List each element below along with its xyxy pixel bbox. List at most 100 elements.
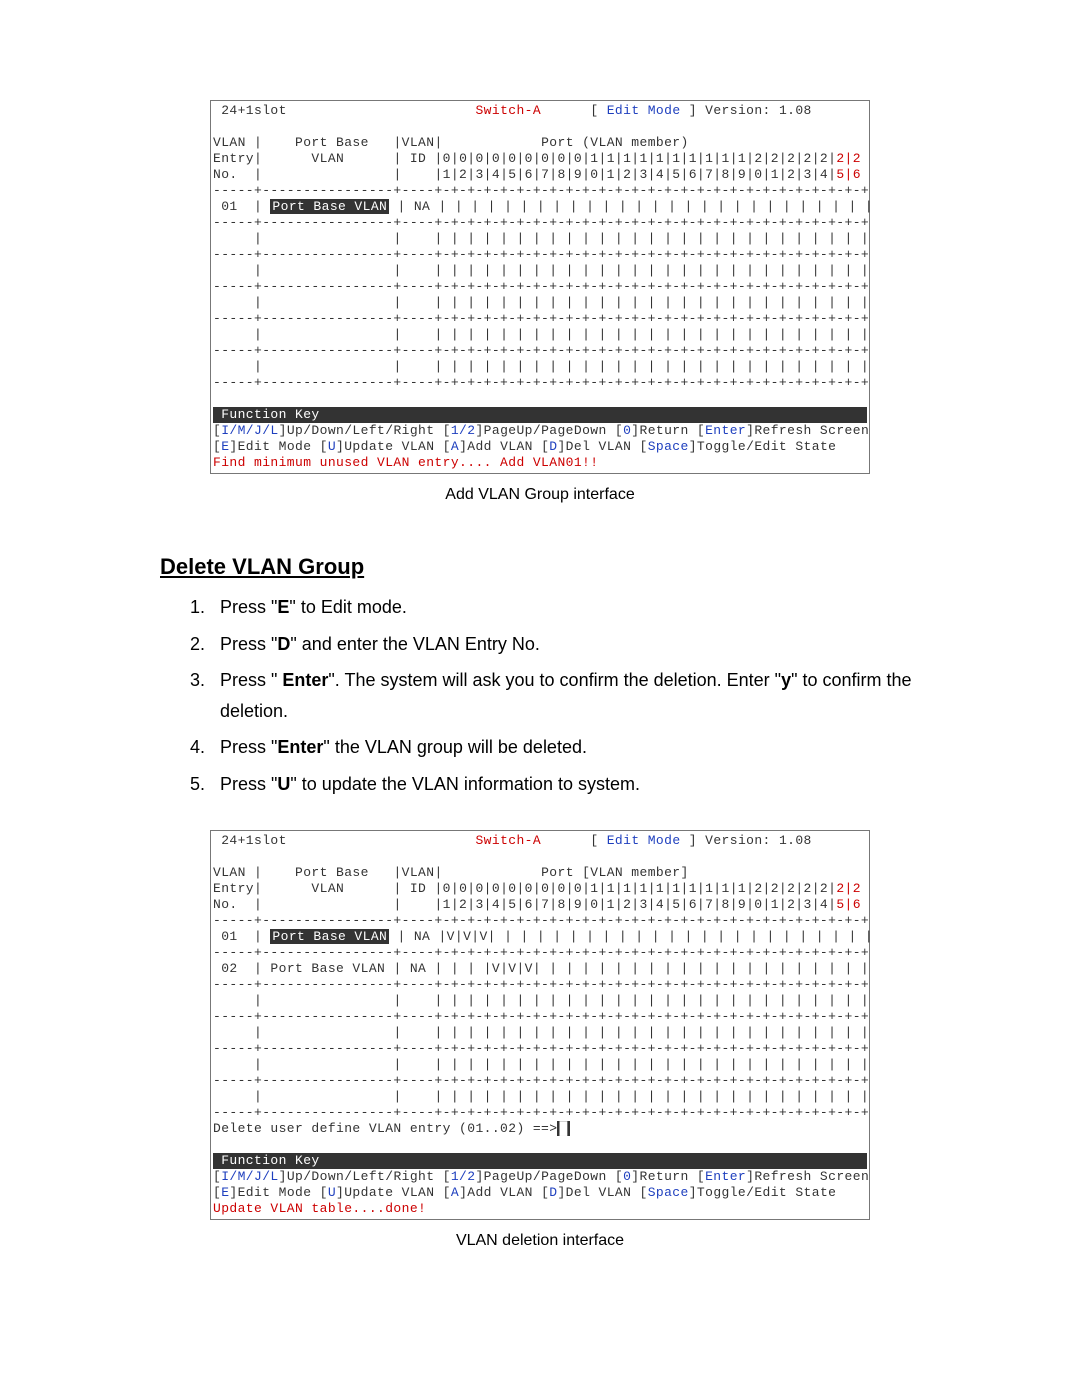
delete-prompt: Delete user define VLAN entry (01..02) =… — [213, 1121, 557, 1136]
blank-ports: | | | | | | | | | | | | | | | | | | | | … — [434, 263, 869, 278]
function-key-label: Function Key — [213, 407, 328, 422]
key-nav: I/M/J/L — [221, 423, 278, 438]
help-text: ]Refresh Screen — [746, 1169, 869, 1184]
bracket-l: [ — [590, 833, 606, 848]
step-text: Press " — [220, 774, 277, 794]
step-text: Press " — [220, 670, 282, 690]
key-page: 1/2 — [451, 423, 476, 438]
section-heading: Delete VLAN Group — [160, 554, 920, 580]
col-entry-3: No. | — [213, 167, 262, 182]
col-entry-3: No. | — [213, 897, 262, 912]
mode-label: Edit Mode — [607, 103, 681, 118]
col-entry-1: VLAN | — [213, 135, 262, 150]
blank-row: | — [213, 1057, 393, 1072]
step-2: Press "D" and enter the VLAN Entry No. — [210, 629, 920, 660]
help-text: ]Up/Down/Left/Right [ — [279, 423, 451, 438]
bracket: [ — [213, 1169, 221, 1184]
figure2-caption: VLAN deletion interface — [160, 1232, 920, 1250]
terminal-content: 24+1slot Switch-A [ Edit Mode ] Version:… — [213, 103, 867, 471]
help-text: ]Add VLAN [ — [459, 1185, 549, 1200]
bracket-r: ] — [681, 103, 697, 118]
port-nums-1b: 2|2 — [836, 881, 861, 896]
blank-vlanid: | — [393, 263, 434, 278]
blank-row: | — [213, 295, 393, 310]
port-header: Port (VLAN member) — [443, 135, 689, 150]
blank-row: | — [213, 231, 393, 246]
version-label: Version: 1.08 — [705, 833, 812, 848]
port-header: Port [VLAN member] — [443, 865, 689, 880]
row-01-no: 01 | — [213, 929, 270, 944]
row-01-ports: |V|V|V| | | | | | | | | | | | | | | | | … — [438, 929, 873, 944]
help-text: ]PageUp/PageDown [ — [475, 423, 623, 438]
blank-vlanid: | — [393, 1089, 434, 1104]
step-5: Press "U" to update the VLAN information… — [210, 769, 920, 800]
bracket: [ — [213, 439, 221, 454]
port-nums-1: |0|0|0|0|0|0|0|0|0|1|1|1|1|1|1|1|1|1|1|2… — [434, 881, 836, 896]
step-1: Press "E" to Edit mode. — [210, 592, 920, 623]
key-space: Space — [648, 439, 689, 454]
divider: -----+----------------+----+-+-+-+-+-+-+… — [213, 311, 869, 326]
blank-row: | — [213, 1089, 393, 1104]
switch-name: Switch-A — [475, 833, 541, 848]
key-a: A — [451, 439, 459, 454]
row-01-no: 01 | — [213, 199, 270, 214]
version-label: Version: 1.08 — [705, 103, 812, 118]
cursor-icon: █ — [557, 1121, 569, 1136]
slot-label: 24+1slot — [221, 103, 287, 118]
help-text: ]Refresh Screen — [746, 423, 869, 438]
blank-vlanid: | — [393, 1057, 434, 1072]
col-base-1: Port Base — [262, 135, 369, 150]
step-3: Press " Enter". The system will ask you … — [210, 665, 920, 726]
blank-ports: | | | | | | | | | | | | | | | | | | | | … — [434, 295, 869, 310]
blank-ports: | | | | | | | | | | | | | | | | | | | | … — [434, 1057, 869, 1072]
step-key: U — [277, 774, 290, 794]
step-text: " to update the VLAN information to syst… — [290, 774, 640, 794]
blank-row: | — [213, 263, 393, 278]
step-4: Press "Enter" the VLAN group will be del… — [210, 732, 920, 763]
row-02-no: 02 | — [213, 961, 270, 976]
col-vlanid-1: |VLAN| — [393, 135, 442, 150]
blank-vlanid: | — [393, 327, 434, 342]
bracket-r: ] — [681, 833, 697, 848]
col-base-1: Port Base — [262, 865, 369, 880]
port-nums-1b: 2|2 — [836, 151, 861, 166]
col-entry-2: Entry| — [213, 151, 262, 166]
step-key: Enter — [277, 737, 323, 757]
port-nums-2: |1|2|3|4|5|6|7|8|9|0|1|2|3|4|5|6|7|8|9|0… — [434, 897, 836, 912]
row-01-vlanid: | NA — [389, 929, 438, 944]
port-nums-2b: 5|6 — [836, 167, 861, 182]
function-key-bar: Function Key — [213, 407, 867, 423]
blank-row: | — [213, 359, 393, 374]
divider: -----+----------------+----+-+-+-+-+-+-+… — [213, 343, 869, 358]
row-01-name: Port Base VLAN — [270, 199, 389, 214]
help-text: ]Return [ — [631, 423, 705, 438]
help-text: ]Add VLAN [ — [459, 439, 549, 454]
help-text: ]Edit Mode [ — [229, 1185, 327, 1200]
blank-ports: | | | | | | | | | | | | | | | | | | | | … — [434, 993, 869, 1008]
terminal-screenshot-delete-vlan: 24+1slot Switch-A [ Edit Mode ] Version:… — [210, 830, 870, 1220]
bracket-l: [ — [590, 103, 606, 118]
col-vlanid-2: | ID — [393, 151, 434, 166]
terminal-content: 24+1slot Switch-A [ Edit Mode ] Version:… — [213, 833, 867, 1217]
key-u: U — [328, 439, 336, 454]
divider: -----+----------------+----+-+-+-+-+-+-+… — [213, 183, 869, 198]
key-enter: Enter — [705, 1169, 746, 1184]
help-text: ]Update VLAN [ — [336, 439, 451, 454]
col-base-2: VLAN — [262, 881, 344, 896]
help-text: ]Toggle/Edit State — [689, 439, 837, 454]
divider: -----+----------------+----+-+-+-+-+-+-+… — [213, 1041, 869, 1056]
help-text: ]Edit Mode [ — [229, 439, 327, 454]
status-line: Update VLAN table....done! — [213, 1201, 426, 1216]
col-vlanid-2: | ID — [393, 881, 434, 896]
divider: -----+----------------+----+-+-+-+-+-+-+… — [213, 1105, 869, 1120]
row-01-vlanid: | NA — [389, 199, 438, 214]
divider: -----+----------------+----+-+-+-+-+-+-+… — [213, 1009, 869, 1024]
divider: -----+----------------+----+-+-+-+-+-+-+… — [213, 215, 869, 230]
slot-label: 24+1slot — [221, 833, 287, 848]
col-entry-2: Entry| — [213, 881, 262, 896]
step-key: D — [277, 634, 290, 654]
mode-label: Edit Mode — [607, 833, 681, 848]
steps-list: Press "E" to Edit mode. Press "D" and en… — [190, 592, 920, 800]
step-key: Enter — [282, 670, 328, 690]
help-text: ]PageUp/PageDown [ — [475, 1169, 623, 1184]
